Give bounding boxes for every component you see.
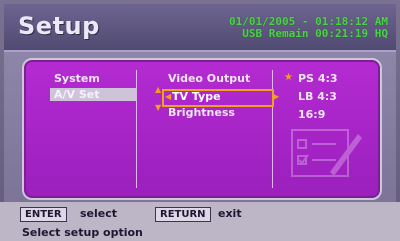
category-av-set[interactable]: A/V Set — [50, 88, 136, 101]
checklist-watermark-icon — [291, 129, 362, 177]
column-divider — [136, 70, 137, 188]
option-ps-4-3[interactable]: PS 4:3 — [298, 72, 338, 85]
setting-video-output[interactable]: Video Output — [168, 72, 250, 85]
arrow-up-icon: ▲ — [155, 85, 162, 94]
page-title: Setup — [18, 12, 100, 40]
return-key-badge: RETURN — [155, 207, 211, 222]
arrow-right-icon: ▶ — [273, 92, 280, 101]
enter-key-badge: ENTER — [20, 207, 67, 222]
arrow-down-icon: ▼ — [155, 103, 162, 112]
enter-key-action: select — [80, 207, 118, 220]
option-lb-4-3[interactable]: LB 4:3 — [298, 90, 337, 103]
arrow-left-icon: ◀ — [165, 92, 172, 101]
usb-remain-readout: USB Remain 00:21:19 HQ — [242, 27, 388, 40]
setting-brightness[interactable]: Brightness — [168, 106, 235, 119]
option-16-9[interactable]: 16:9 — [298, 108, 325, 121]
column-divider — [272, 70, 273, 188]
setup-content: System A/V Set Video Output TV Type Brig… — [4, 52, 396, 202]
category-system[interactable]: System — [54, 72, 100, 85]
footer-bar: ENTER select RETURN exit Select setup op… — [0, 202, 400, 241]
current-value-star-icon: ★ — [284, 72, 293, 83]
header-bar: Setup 01/01/2005 - 01:18:12 AM USB Remai… — [4, 4, 396, 52]
selection-highlight — [162, 89, 274, 107]
return-key-action: exit — [218, 207, 242, 220]
help-hint: Select setup option — [22, 226, 143, 239]
setup-panel: System A/V Set Video Output TV Type Brig… — [22, 58, 382, 200]
